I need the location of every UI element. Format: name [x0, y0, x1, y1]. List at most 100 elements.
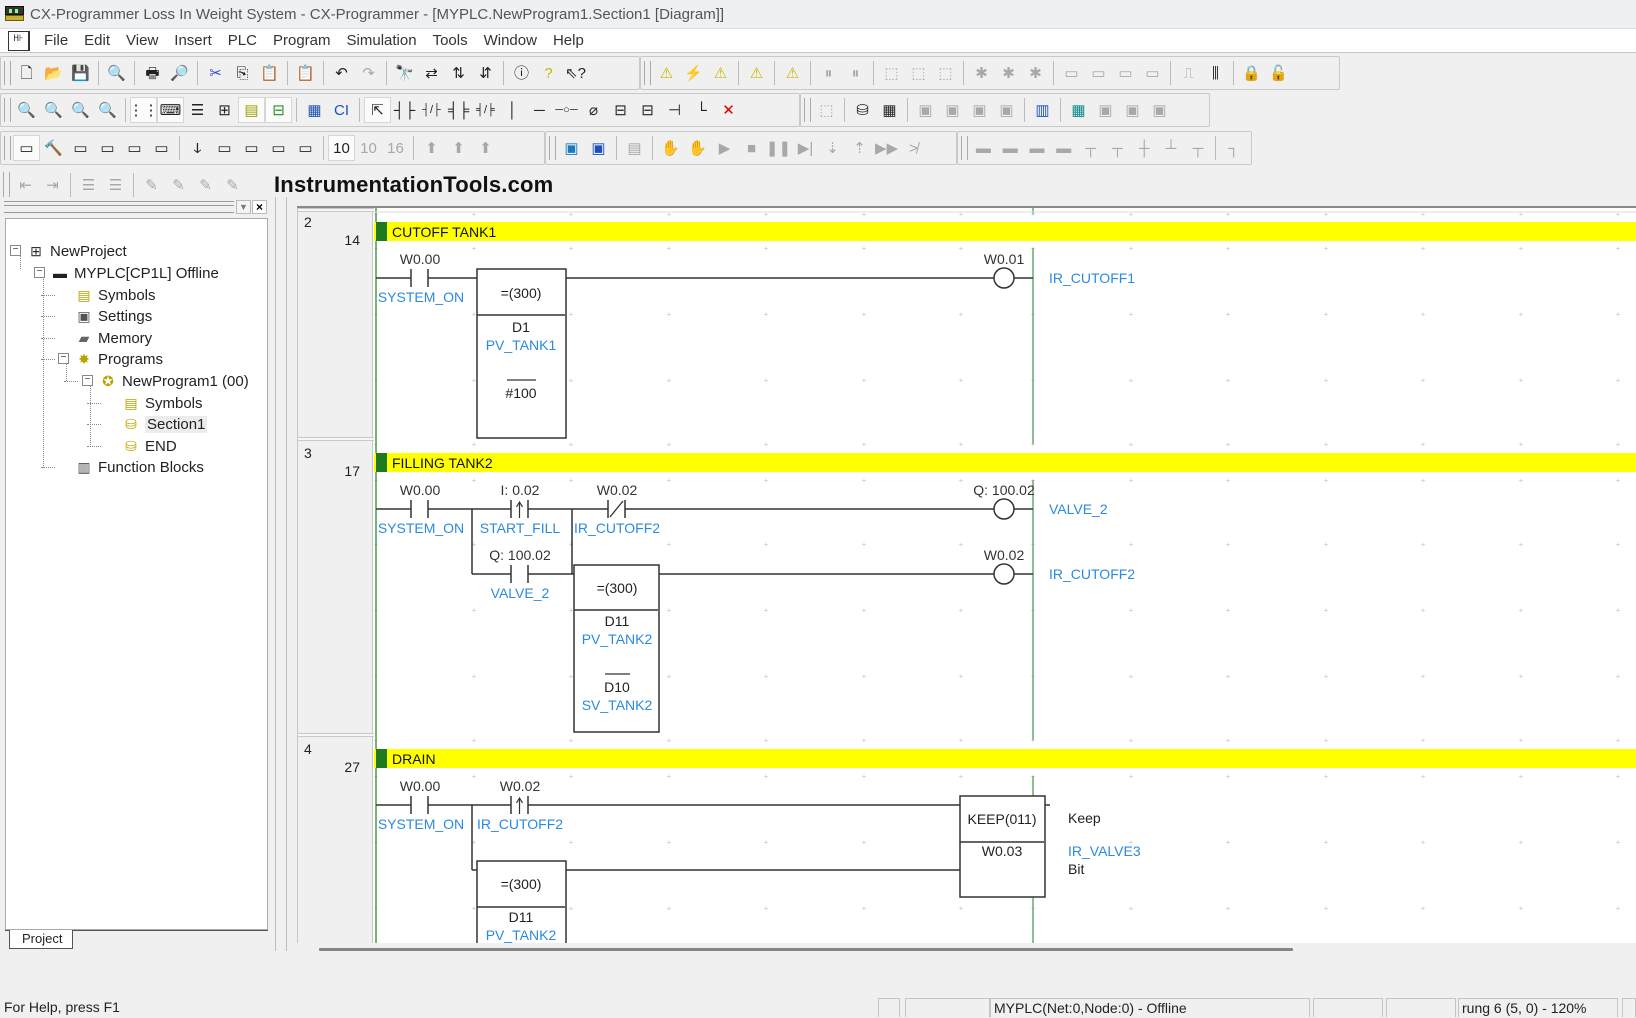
panel-splitter[interactable] — [275, 197, 287, 951]
program-check-button[interactable]: ⚠ — [743, 60, 770, 86]
compile-all-button[interactable]: ⚡ — [680, 60, 707, 86]
zoom-small-button[interactable]: 🔍 — [13, 97, 40, 123]
pause-monitor-button[interactable]: ⏸ — [815, 60, 842, 86]
file-verify-button[interactable]: ▣ — [1146, 97, 1173, 123]
context-help-button[interactable]: ⇖? — [562, 60, 589, 86]
force-off-button[interactable]: ▭ — [1139, 60, 1166, 86]
menu-simulation[interactable]: Simulation — [339, 32, 425, 49]
zoom-in-button[interactable]: 🔍 — [67, 97, 94, 123]
rung-annotations-button[interactable]: ☰ — [184, 97, 211, 123]
replace-button[interactable]: ⇄ — [418, 60, 445, 86]
marker-icon-4-button[interactable]: ✎ — [219, 172, 246, 198]
output-coil[interactable] — [993, 563, 1015, 585]
nc-contact[interactable] — [607, 500, 626, 518]
pause-sim-button[interactable]: ❚❚ — [765, 135, 792, 161]
symbols-view-button[interactable]: ▭ — [211, 135, 238, 161]
cross-reference-button[interactable]: ⇅ — [445, 60, 472, 86]
block-icon-4-button[interactable]: ▬ — [1050, 135, 1077, 161]
panel-grip[interactable] — [4, 201, 234, 213]
find-button[interactable]: 🔭 — [391, 60, 418, 86]
simulator-button[interactable]: ▣ — [558, 135, 585, 161]
online-edit-cancel-button[interactable]: ✱ — [1022, 60, 1049, 86]
properties-button[interactable]: ▭ — [148, 135, 175, 161]
vertical-line-button[interactable]: │ — [499, 97, 526, 123]
task-delete-button[interactable]: ▣ — [939, 97, 966, 123]
pt-memory-button[interactable]: ⬚ — [813, 97, 840, 123]
open-button[interactable]: 📂 — [40, 60, 67, 86]
rung-comment-bar[interactable] — [374, 222, 1636, 241]
set-off-button[interactable]: ▭ — [1085, 60, 1112, 86]
project-workspace-button[interactable]: ⊟ — [265, 97, 292, 123]
decimal-display-button[interactable]: 10 — [328, 135, 355, 161]
compare-button[interactable]: ⬚ — [932, 60, 959, 86]
run-button[interactable]: ▶ — [711, 135, 738, 161]
block-icon-3-button[interactable]: ▬ — [1024, 135, 1051, 161]
paste-special-button[interactable]: 📋 — [292, 60, 319, 86]
watch-window-button[interactable]: ▭ — [292, 135, 319, 161]
tree-item-end[interactable]: ⛁ END — [121, 436, 177, 456]
panel-close-button[interactable]: × — [252, 200, 267, 214]
scan-run-button[interactable]: ≯ — [900, 135, 927, 161]
ladder-view-button[interactable]: ▭ — [238, 135, 265, 161]
tree-collapse-toggle[interactable]: − — [58, 353, 69, 364]
io-table-button[interactable]: ▥ — [1029, 97, 1056, 123]
force-on-button[interactable]: ▭ — [1112, 60, 1139, 86]
toggle-windows-button[interactable]: ▤ — [238, 97, 265, 123]
step-out-button[interactable]: ⇡ — [846, 135, 873, 161]
new-button[interactable]: 🗋 — [13, 60, 40, 86]
show-attributes-button[interactable]: ⊞ — [211, 97, 238, 123]
online-edit-button[interactable]: ✱ — [968, 60, 995, 86]
find-errors-button[interactable]: ⚠ — [707, 60, 734, 86]
build-button[interactable]: 🔨 — [40, 135, 67, 161]
tree-item-programs[interactable]: ✸ Programs — [74, 349, 163, 369]
split-view-button[interactable]: ▭ — [121, 135, 148, 161]
bit-contact-button[interactable]: ⊣ — [661, 97, 688, 123]
tree-item-function-blocks[interactable]: ▥ Function Blocks — [74, 457, 204, 477]
data-transfer-button[interactable]: ⛁ — [849, 97, 876, 123]
no-contact[interactable] — [410, 796, 429, 814]
horizontal-scrollbar[interactable] — [297, 943, 1636, 957]
protect-button[interactable]: 🔒 — [1238, 60, 1265, 86]
redo-button[interactable]: ↷ — [355, 60, 382, 86]
horizontal-line-button[interactable]: ─ — [526, 97, 553, 123]
rising-edge-contact[interactable] — [510, 500, 529, 518]
save-button[interactable]: 💾 — [67, 60, 94, 86]
step-line-button[interactable]: ┐ — [1220, 135, 1247, 161]
list-button[interactable]: ☰ — [75, 172, 102, 198]
print-preview-button[interactable]: 🔎 — [166, 60, 193, 86]
tree-collapse-toggle[interactable]: − — [10, 245, 21, 256]
tree-item-newproject[interactable]: ⊞ NewProject — [26, 241, 127, 261]
zoom-fit-button[interactable]: 🔍 — [40, 97, 67, 123]
io-comment-button[interactable]: ↆ — [184, 135, 211, 161]
release-protect-button[interactable]: 🔓 — [1265, 60, 1292, 86]
block-icon-1-button[interactable]: ▬ — [970, 135, 997, 161]
differential-monitor-button[interactable]: ⎍ — [1175, 60, 1202, 86]
clear-break-button[interactable]: ✋ — [684, 135, 711, 161]
address-reference-button[interactable]: ⇵ — [472, 60, 499, 86]
nc-coil-button[interactable]: ⌀ — [580, 97, 607, 123]
step-in-button[interactable]: ⇣ — [819, 135, 846, 161]
branch-icon-1-button[interactable]: ┬ — [1077, 135, 1104, 161]
print-button[interactable]: 🖶 — [139, 60, 166, 86]
symbol-table-button[interactable]: ▦ — [301, 97, 328, 123]
tree-collapse-toggle[interactable]: − — [34, 267, 45, 278]
instruction-button[interactable]: ⊟ — [607, 97, 634, 123]
tree-collapse-toggle[interactable]: − — [82, 375, 93, 386]
or-nc-contact-button[interactable]: ╡/╞ — [472, 97, 499, 123]
tree-item-memory[interactable]: ▰ Memory — [74, 328, 153, 348]
hex-display-button[interactable]: 16 — [382, 135, 409, 161]
continuous-step-button[interactable]: ▶▶ — [873, 135, 900, 161]
nc-contact-button[interactable]: ┤/├ — [418, 97, 445, 123]
outdent-button[interactable]: ⇤ — [12, 172, 39, 198]
tree-item-section1[interactable]: ⛁ Section1 — [121, 414, 208, 434]
stop-button[interactable]: ■ — [738, 135, 765, 161]
rising-edge-contact[interactable] — [510, 796, 529, 814]
menu-help[interactable]: Help — [545, 32, 592, 49]
data-trace-button[interactable]: ⫼ — [1202, 60, 1229, 86]
grid-button[interactable]: ⋮⋮ — [129, 97, 159, 123]
no-contact[interactable] — [510, 565, 529, 583]
print-preview-doc-button[interactable]: 🔍 — [103, 60, 130, 86]
new-window-button[interactable]: ▭ — [13, 135, 40, 161]
pause-button[interactable]: ⏸ — [842, 60, 869, 86]
memory-card-button[interactable]: ▦ — [1065, 97, 1092, 123]
